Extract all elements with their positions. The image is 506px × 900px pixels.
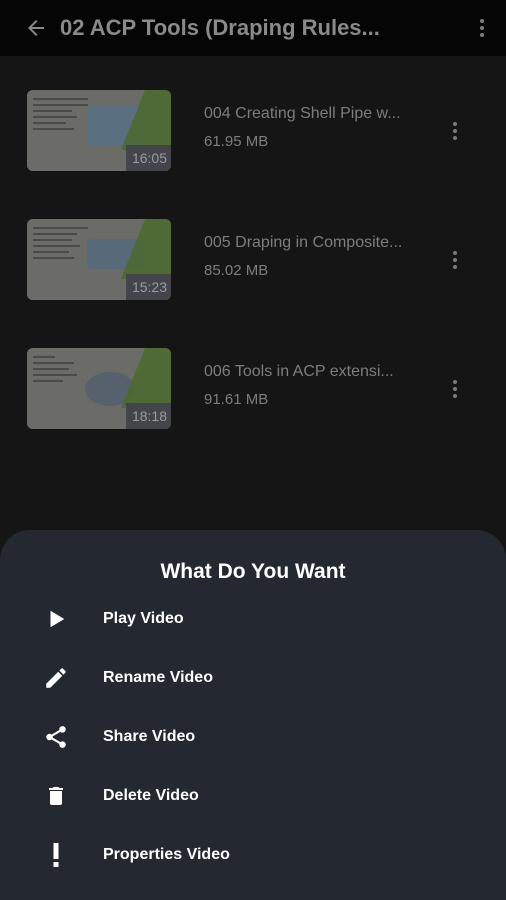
video-row[interactable]: 16:05 004 Creating Shell Pipe w... 61.95…	[0, 60, 506, 189]
video-thumbnail[interactable]: 16:05	[27, 90, 171, 171]
menu-item-label: Play Video	[103, 609, 184, 627]
action-bottom-sheet: What Do You Want Play Video Rename Video	[0, 530, 506, 900]
video-options-button[interactable]	[441, 373, 469, 405]
vertical-dots-icon	[453, 122, 457, 140]
properties-video-item[interactable]: Properties Video	[0, 825, 506, 884]
play-video-item[interactable]: Play Video	[0, 589, 506, 648]
share-video-item[interactable]: Share Video	[0, 707, 506, 766]
video-thumbnail[interactable]: 18:18	[27, 348, 171, 429]
video-size: 91.61 MB	[204, 391, 269, 408]
action-menu: Play Video Rename Video Share Video Dele…	[0, 589, 506, 884]
exclamation-icon	[53, 842, 59, 867]
page-title: 02 ACP Tools (Draping Rules...	[60, 15, 380, 40]
video-list: 16:05 004 Creating Shell Pipe w... 61.95…	[0, 60, 506, 447]
menu-item-label: Rename Video	[103, 668, 213, 686]
app-bar: 02 ACP Tools (Draping Rules...	[0, 0, 506, 56]
sheet-title: What Do You Want	[160, 560, 346, 583]
video-size: 85.02 MB	[204, 262, 269, 279]
share-icon	[46, 725, 66, 748]
video-name: 004 Creating Shell Pipe w...	[204, 105, 401, 122]
play-icon	[50, 610, 65, 627]
back-arrow-icon	[28, 20, 44, 36]
vertical-dots-icon	[480, 19, 484, 37]
video-name: 005 Draping in Composite...	[204, 234, 403, 251]
rename-video-item[interactable]: Rename Video	[0, 648, 506, 707]
duration-badge: 18:18	[125, 403, 171, 429]
menu-item-label: Delete Video	[103, 786, 199, 804]
overflow-menu-button[interactable]	[458, 0, 506, 56]
duration-badge: 16:05	[125, 145, 171, 171]
video-options-button[interactable]	[441, 115, 469, 147]
video-row[interactable]: 15:23 005 Draping in Composite... 85.02 …	[0, 189, 506, 318]
pencil-icon	[46, 667, 66, 688]
video-row[interactable]: 18:18 006 Tools in ACP extensi... 91.61 …	[0, 318, 506, 447]
vertical-dots-icon	[453, 380, 457, 398]
menu-item-label: Share Video	[103, 727, 196, 745]
menu-item-label: Properties Video	[103, 845, 230, 863]
video-name: 006 Tools in ACP extensi...	[204, 363, 394, 380]
duration-badge: 15:23	[125, 274, 171, 300]
trash-icon	[49, 786, 63, 805]
video-thumbnail[interactable]: 15:23	[27, 219, 171, 300]
video-size: 61.95 MB	[204, 133, 269, 150]
video-options-button[interactable]	[441, 244, 469, 276]
delete-video-item[interactable]: Delete Video	[0, 766, 506, 825]
vertical-dots-icon	[453, 251, 457, 269]
